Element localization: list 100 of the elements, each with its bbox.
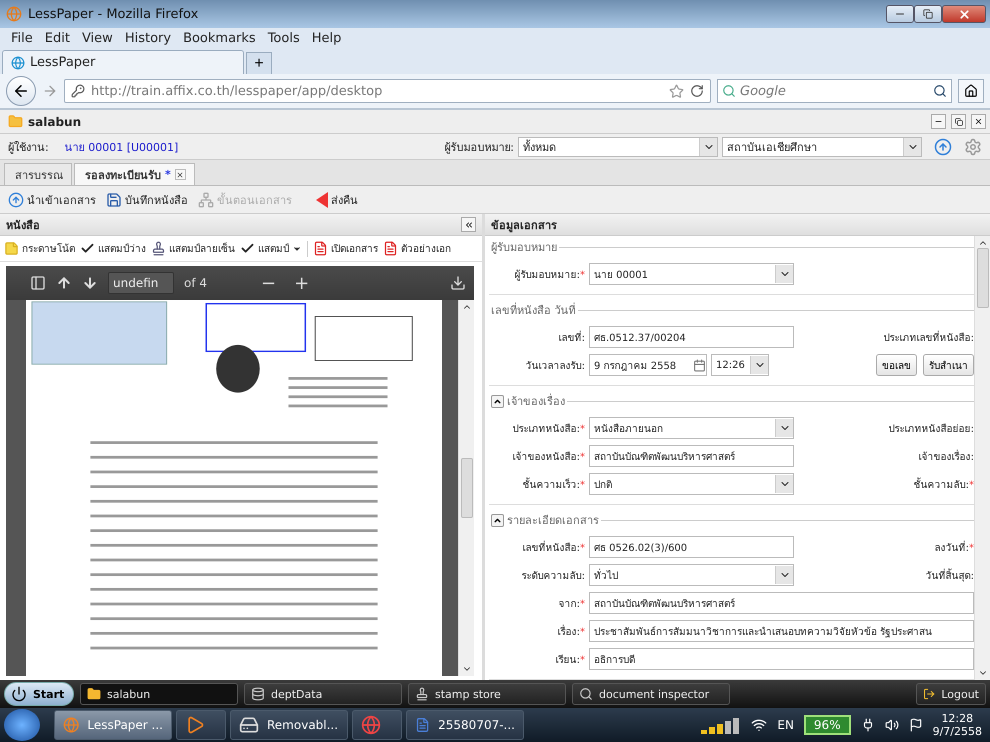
select-field[interactable]: หนังสือภายนอก [589, 417, 794, 439]
modified-mark: * [165, 168, 171, 181]
taskbar-button[interactable]: Removabl... [230, 710, 348, 740]
text-field[interactable]: สถาบันบัณฑิตพัฒนบริหารศาสตร์ [589, 445, 794, 467]
close-button[interactable] [174, 169, 186, 180]
minimize-button[interactable] [931, 114, 946, 129]
folder-icon [87, 687, 101, 701]
back-button[interactable] [6, 76, 36, 106]
taskbar-button[interactable]: 25580707-... [406, 710, 524, 740]
menu-item[interactable]: Tools [262, 30, 305, 46]
field-label: เลขที่หนังสือ:* [522, 540, 586, 554]
minimize-button[interactable] [886, 5, 914, 23]
field-label: ประเภทหนังสือ:* [512, 422, 586, 436]
scrollbar[interactable] [974, 236, 990, 680]
date-field[interactable]: 9 กรกฎาคม 2558 [589, 354, 707, 376]
select-field[interactable]: ปกติ [589, 473, 794, 495]
reload-icon[interactable] [690, 84, 704, 98]
menu-item[interactable]: File [6, 30, 38, 46]
forward-icon[interactable] [42, 83, 58, 99]
power-icon [11, 686, 27, 702]
toolbar-button[interactable]: แสตมป์ว่าง [80, 241, 146, 256]
field-label: จาก:* [558, 598, 586, 610]
text-field[interactable]: อธิการบดี [589, 648, 974, 670]
taskbar-item[interactable]: document inspector [572, 683, 730, 705]
app-tab[interactable]: รอลงทะเบียนรับ * [74, 163, 195, 185]
app-tab[interactable]: สารบรรณ [4, 163, 72, 185]
collapse-button[interactable] [461, 217, 476, 232]
upload-icon[interactable] [934, 138, 952, 156]
section-legend: ผู้รับมอบหมาย [491, 238, 557, 256]
taskbar-button[interactable] [352, 710, 402, 740]
taskbar-item[interactable]: deptData [244, 683, 402, 705]
restore-button[interactable] [951, 114, 966, 129]
toolbar-button[interactable]: แสตมป์ [240, 241, 302, 256]
restore-button[interactable] [914, 5, 942, 23]
page-count: of 4 [184, 276, 208, 290]
close-button[interactable] [942, 5, 986, 23]
select-field[interactable]: นาย 00001 [589, 263, 794, 285]
next-page-icon[interactable] [82, 275, 98, 291]
save-icon [106, 192, 122, 208]
address-bar[interactable]: http://train.affix.co.th/lesspaper/app/desktop [64, 79, 711, 103]
volume-icon[interactable] [884, 718, 899, 732]
toolbar-button[interactable]: กระดาษโน้ต [4, 241, 75, 256]
close-button[interactable] [971, 114, 986, 129]
text-field[interactable]: ศธ 0526.02(3)/600 [589, 536, 794, 558]
page-number-field[interactable]: undefin [108, 272, 174, 294]
field-label: เรียน:* [554, 654, 586, 666]
field-label: ชั้นความเร็ว:* [522, 476, 586, 492]
taskbar-item[interactable]: salabun [80, 683, 238, 705]
folder-icon [8, 114, 23, 129]
field-label: วันเวลาลงรับ: [524, 360, 586, 372]
browser-icon [361, 715, 381, 735]
double-chevron-left-icon [464, 220, 474, 230]
toolbar-button[interactable]: เปิดเอกสาร [313, 241, 378, 256]
search-field[interactable]: Google [717, 79, 952, 103]
collapse-toggle[interactable] [491, 394, 504, 408]
scrollbar[interactable] [458, 300, 474, 676]
field-label: เรื่อง:* [556, 624, 586, 638]
search-icon[interactable] [933, 84, 947, 98]
toolbar-button[interactable]: นำเข้าเอกสาร [8, 190, 96, 208]
new-tab-button[interactable]: + [246, 52, 272, 74]
taskbar-button[interactable] [176, 710, 226, 740]
menu-item[interactable]: Bookmarks [178, 30, 261, 46]
sidebar-toggle-icon[interactable] [30, 275, 46, 291]
collapse-toggle[interactable] [491, 514, 504, 526]
panel-header: ข้อมูลเอกสาร [485, 214, 990, 236]
flowchart-icon [198, 192, 214, 208]
field-label: ผู้รับมอบหมาย:* [514, 268, 586, 282]
browser-tab[interactable]: LessPaper [2, 50, 244, 74]
toolbar-button[interactable]: แสตมป์ลายเซ็น [151, 241, 235, 256]
scrollbar-thumb[interactable] [976, 248, 988, 308]
form-button[interactable]: ขอเลข [876, 354, 917, 376]
download-icon[interactable] [450, 275, 466, 291]
form-button[interactable]: รับสำเนา [923, 354, 974, 376]
start-button[interactable]: Start [4, 682, 74, 706]
home-button[interactable] [958, 79, 984, 103]
bookmark-star-icon[interactable] [669, 84, 684, 98]
calendar-icon[interactable] [693, 358, 706, 372]
zoom-out-button[interactable]: − [257, 272, 280, 294]
zoom-in-button[interactable]: + [290, 272, 314, 294]
logout-button[interactable]: Logout [916, 683, 986, 705]
assignee-select[interactable]: ทั้งหมด [518, 136, 718, 156]
time-field[interactable]: 12:26 [711, 354, 769, 376]
toolbar-button[interactable]: ตัวอย่างเอก [383, 241, 451, 256]
text-field[interactable]: ประชาสัมพันธ์การสัมมนาวิชาการและนำเสนอบทความวิจัยหัวข้อ รัฐประศาสน [589, 620, 974, 642]
menu-item[interactable]: History [120, 30, 176, 46]
app-title: salabun [28, 114, 82, 128]
previous-page-icon[interactable] [56, 275, 72, 291]
toolbar-button[interactable]: บันทึกหนังสือ [106, 190, 188, 208]
menu-item[interactable]: Edit [40, 30, 75, 46]
flag-icon[interactable] [908, 718, 923, 732]
menu-item[interactable]: Help [306, 30, 346, 46]
start-orb-icon[interactable] [4, 709, 40, 741]
scrollbar-thumb[interactable] [460, 458, 472, 518]
select-field[interactable]: ทั่วไป [589, 564, 794, 586]
menu-item[interactable]: View [76, 30, 118, 46]
taskbar-item[interactable]: stamp store [408, 683, 566, 705]
organization-select[interactable]: สถาบันเอเชียศึกษา [722, 136, 922, 156]
text-field[interactable]: ศธ.0512.37/00204 [589, 326, 794, 348]
taskbar-button[interactable]: LessPaper ... [54, 710, 172, 740]
text-field[interactable]: สถาบันบัณฑิตพัฒนบริหารศาสตร์ [589, 592, 974, 614]
